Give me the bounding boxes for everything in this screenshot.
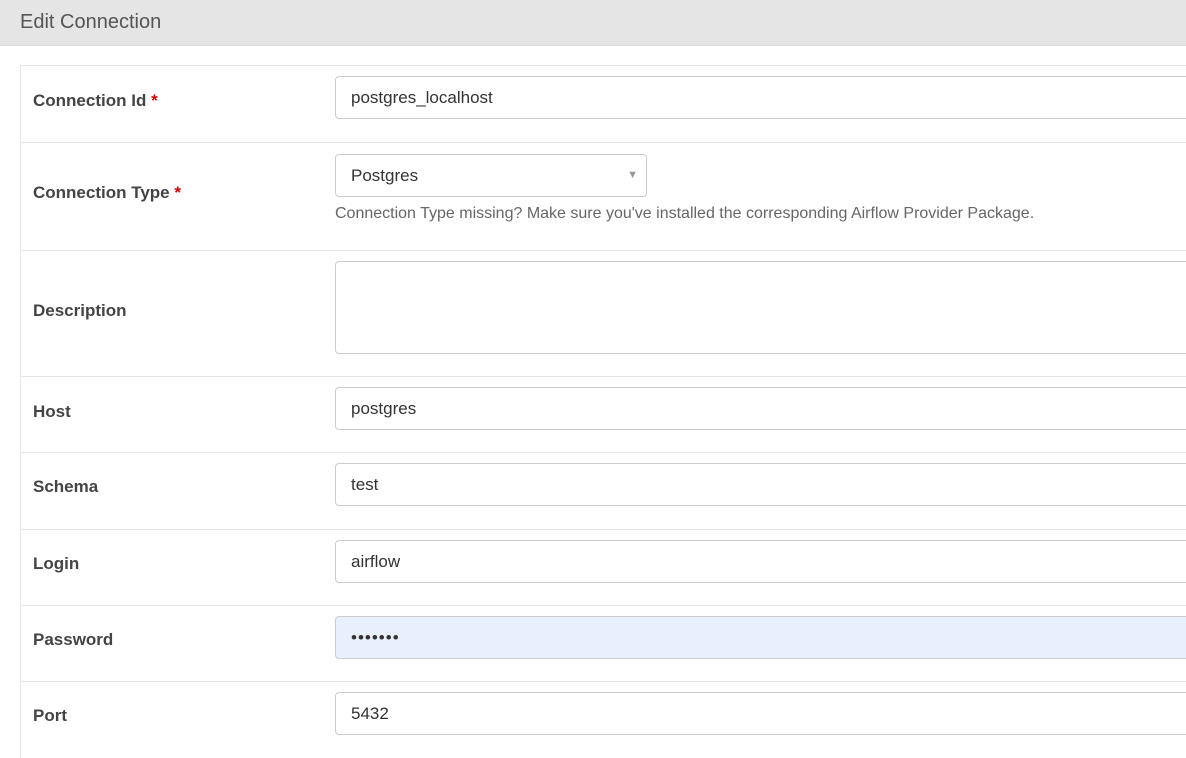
description-textarea[interactable] xyxy=(335,261,1186,354)
schema-value: test xyxy=(351,475,379,494)
connection-type-label: Connection Type * xyxy=(33,183,181,202)
connection-type-select[interactable]: Postgres ▼ xyxy=(335,154,647,197)
required-mark: * xyxy=(174,183,181,202)
password-input[interactable]: ••••••• xyxy=(335,616,1186,659)
connection-id-value: postgres_localhost xyxy=(351,88,493,107)
row-schema: Schema test xyxy=(21,453,1186,530)
password-label: Password xyxy=(33,630,114,649)
required-mark: * xyxy=(151,91,158,110)
connection-type-selected: Postgres xyxy=(351,166,419,185)
description-label: Description xyxy=(33,301,127,320)
host-value: postgres xyxy=(351,399,417,418)
row-password: Password ••••••• xyxy=(21,606,1186,682)
port-input[interactable]: 5432 xyxy=(335,692,1186,735)
row-host: Host postgres xyxy=(21,377,1186,453)
row-connection-type: Connection Type * Postgres ▼ Connection … xyxy=(21,143,1186,251)
row-connection-id: Connection Id * postgres_localhost xyxy=(21,66,1186,143)
chevron-down-icon: ▼ xyxy=(627,169,638,181)
connection-id-label: Connection Id * xyxy=(33,91,158,110)
row-port: Port 5432 xyxy=(21,682,1186,758)
login-value: airflow xyxy=(351,552,401,571)
port-label: Port xyxy=(33,706,67,725)
page-title: Edit Connection xyxy=(20,11,162,33)
password-value: ••••••• xyxy=(351,628,400,647)
connection-type-help: Connection Type missing? Make sure you'v… xyxy=(335,205,1035,222)
port-value: 5432 xyxy=(351,704,389,723)
row-description: Description xyxy=(21,251,1186,377)
connection-id-input[interactable]: postgres_localhost xyxy=(335,76,1186,119)
host-label: Host xyxy=(33,402,71,421)
host-input[interactable]: postgres xyxy=(335,387,1186,430)
row-login: Login airflow xyxy=(21,530,1186,606)
schema-label: Schema xyxy=(33,477,99,496)
login-label: Login xyxy=(33,554,80,573)
schema-input[interactable]: test xyxy=(335,463,1186,506)
login-input[interactable]: airflow xyxy=(335,540,1186,583)
panel-heading: Edit Connection xyxy=(0,0,1186,46)
connection-form: Connection Id * postgres_localhost Conne… xyxy=(20,65,1186,758)
